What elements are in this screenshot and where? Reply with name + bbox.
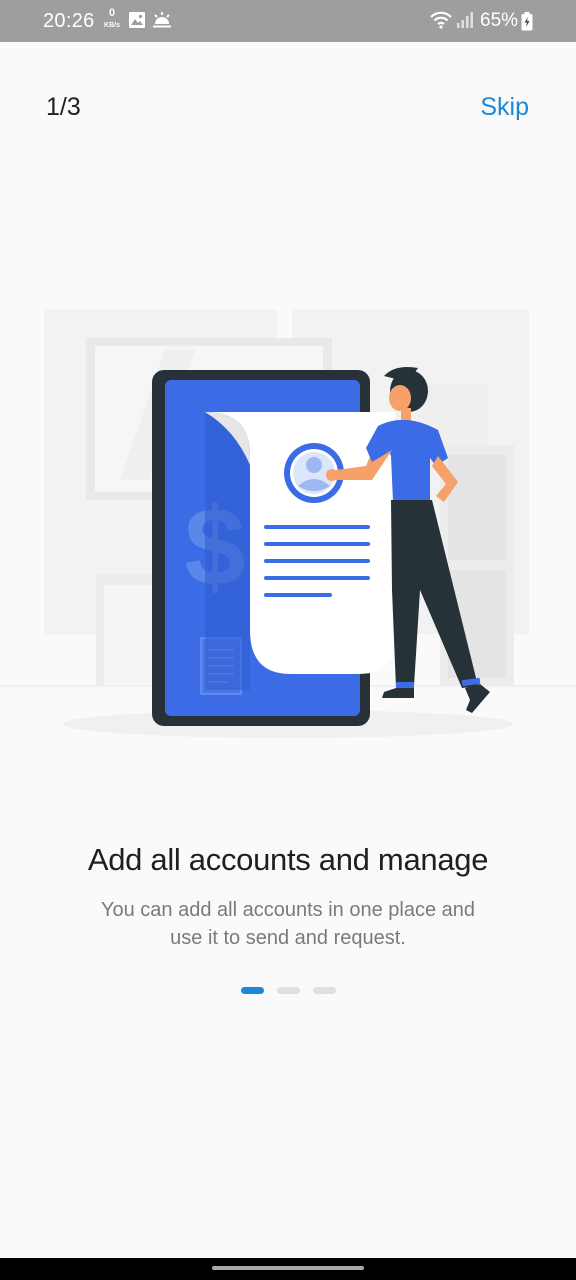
battery-icon [521, 12, 533, 37]
status-time: 20:26 [43, 10, 95, 32]
onboarding-screen: 20:26 0 KB/s 65% 1/3 Skip Add all accoun… [0, 0, 576, 1280]
home-gesture-handle[interactable] [212, 1266, 364, 1270]
gallery-icon [128, 11, 146, 35]
page-indicator [241, 987, 336, 994]
onboarding-title: Add all accounts and manage [87, 842, 489, 877]
signal-icon [456, 11, 474, 35]
net-speed-unit: KB/s [104, 22, 120, 29]
onboarding-subtitle: You can add all accounts in one place an… [101, 899, 475, 949]
weather-icon [152, 11, 172, 35]
onboarding-illustration: $ [0, 290, 576, 750]
wifi-icon [430, 11, 452, 35]
page-dot-1[interactable] [241, 987, 264, 994]
skip-button[interactable]: Skip [480, 93, 529, 122]
page-counter: 1/3 [46, 93, 81, 121]
page-dot-3[interactable] [313, 987, 336, 994]
page-dot-2[interactable] [277, 987, 300, 994]
battery-percent: 65% [480, 10, 519, 31]
navigation-bar [0, 1258, 576, 1280]
status-bar: 20:26 0 KB/s 65% [0, 0, 576, 42]
net-speed-value: 0 [108, 7, 116, 19]
net-speed-indicator: 0 KB/s [101, 7, 123, 30]
